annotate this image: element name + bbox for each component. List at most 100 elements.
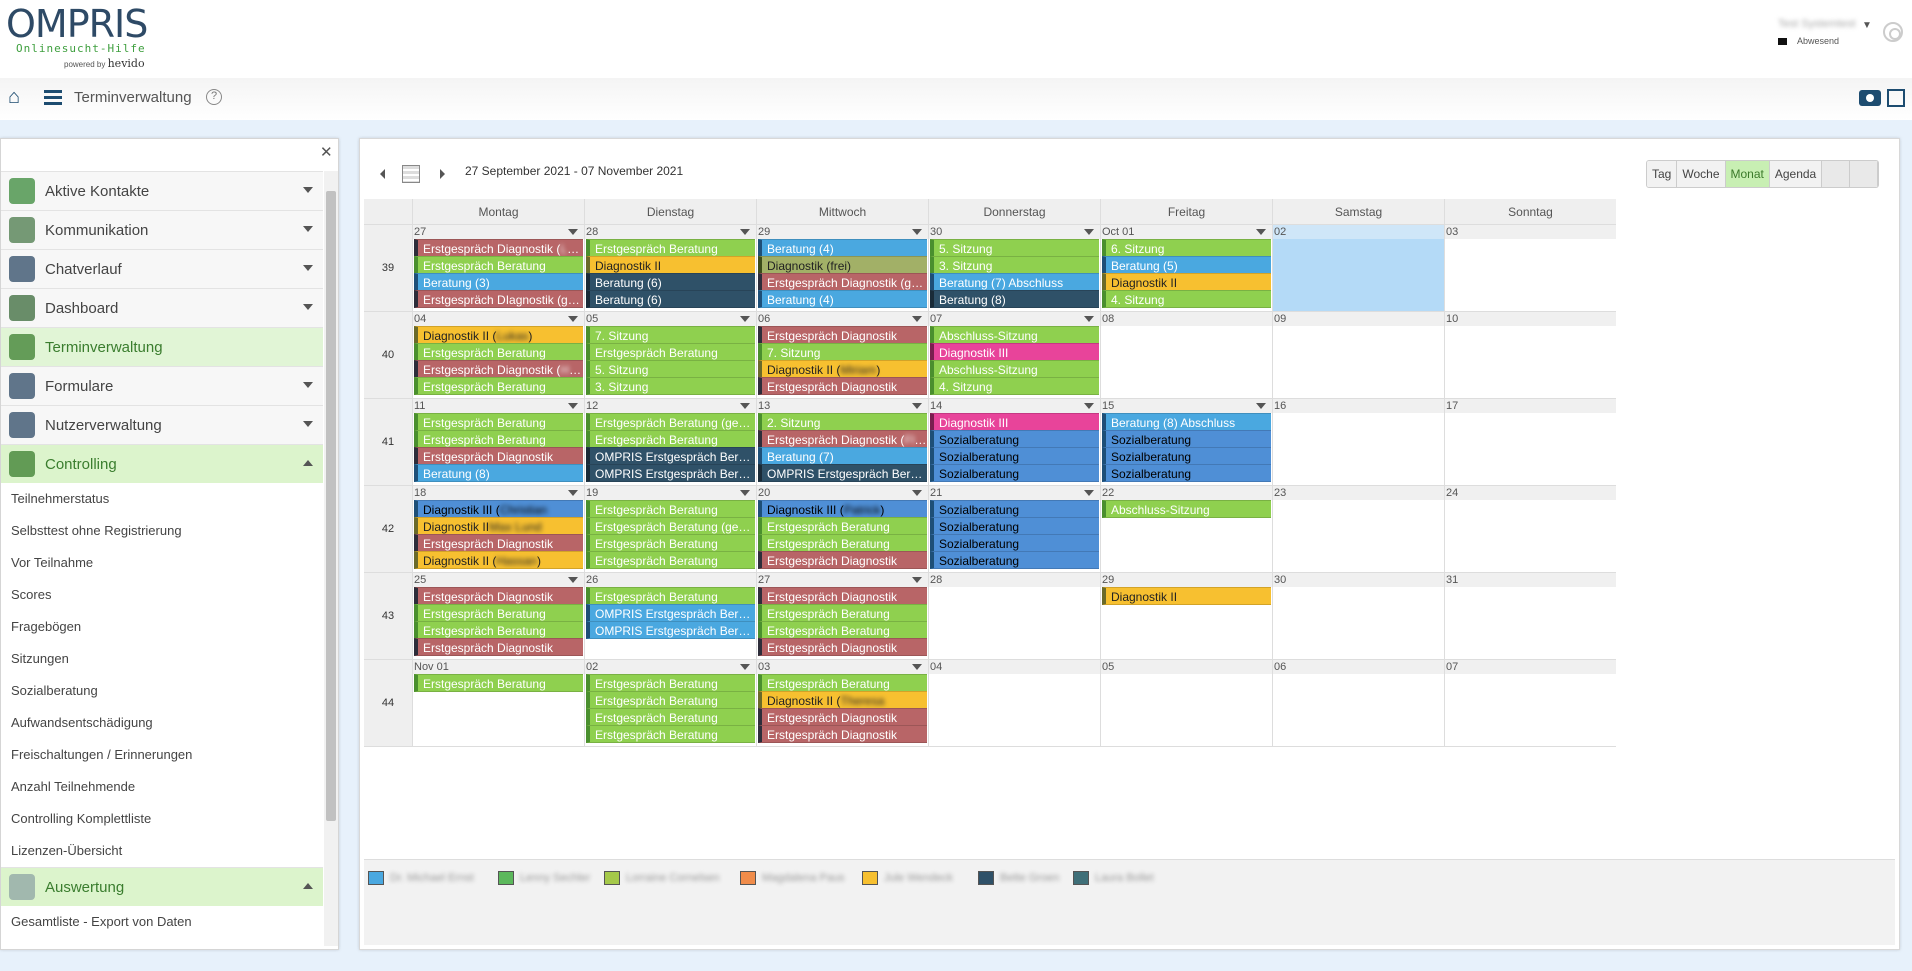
- calendar-event[interactable]: Erstgespräch Beratung: [586, 534, 755, 552]
- chevron-down-icon[interactable]: [303, 304, 313, 310]
- calendar-event[interactable]: 5. Sitzung: [586, 360, 755, 378]
- close-icon[interactable]: ✕: [320, 143, 333, 161]
- more-dropdown-icon[interactable]: [568, 490, 578, 496]
- day-cell[interactable]: 30 5. Sitzung 3. Sitzung Beratung (7) Absch…: [928, 225, 1100, 312]
- more-dropdown-icon[interactable]: [740, 229, 750, 235]
- sidebar-subitem[interactable]: Lizenzen-Übersicht: [1, 835, 323, 867]
- calendar-event[interactable]: OMPRIS Erstgespräch Berater: [758, 464, 927, 482]
- day-cell[interactable]: 14 Diagnostik III Sozialberatung Sozialbera…: [928, 399, 1100, 486]
- calendar-event[interactable]: Erstgespräch Diagnostik: [758, 725, 927, 743]
- calendar-event[interactable]: Sozialberatung: [930, 447, 1099, 465]
- sidebar-subitem[interactable]: Controlling Komplettliste: [1, 803, 323, 835]
- sidebar-scrollbar[interactable]: [324, 171, 338, 946]
- day-cell[interactable]: 09: [1272, 312, 1444, 399]
- calendar-event[interactable]: Abschluss-Sitzung: [930, 360, 1099, 378]
- more-dropdown-icon[interactable]: [740, 490, 750, 496]
- day-cell[interactable]: 06 Erstgespräch Diagnostik 7. Sitzung Diagn…: [756, 312, 928, 399]
- calendar-event[interactable]: Sozialberatung: [930, 464, 1099, 482]
- target-icon[interactable]: [1883, 22, 1903, 42]
- day-cell[interactable]: 04: [928, 660, 1100, 747]
- calendar-event[interactable]: Sozialberatung: [1102, 464, 1271, 482]
- calendar-event[interactable]: Erstgespräch Beratung: [414, 413, 583, 431]
- day-cell[interactable]: 02: [1272, 225, 1444, 312]
- more-dropdown-icon[interactable]: [912, 229, 922, 235]
- calendar-event[interactable]: Beratung (6): [586, 290, 755, 308]
- calendar-event[interactable]: Erstgespräch Beratung: [414, 621, 583, 639]
- prev-arrow-icon[interactable]: [380, 169, 385, 179]
- calendar-event[interactable]: Sozialberatung: [1102, 447, 1271, 465]
- calendar-event[interactable]: Erstgespräch DIagnostik (gebucht): [414, 290, 583, 308]
- calendar-event[interactable]: Erstgespräch Beratung: [586, 725, 755, 743]
- sidebar-item-dashboard[interactable]: Dashboard: [1, 288, 323, 327]
- calendar-event[interactable]: Erstgespräch Beratung: [414, 256, 583, 274]
- more-dropdown-icon[interactable]: [740, 316, 750, 322]
- day-cell[interactable]: 28 Erstgespräch Beratung Diagnostik II Bera…: [584, 225, 756, 312]
- next-arrow-icon[interactable]: [440, 169, 445, 179]
- calendar-event[interactable]: Abschluss-Sitzung: [930, 326, 1099, 344]
- calendar-event[interactable]: Diagnostik IIMax Lund: [414, 517, 583, 535]
- calendar-event[interactable]: Diagnostik II: [1102, 587, 1271, 605]
- calendar-event[interactable]: Erstgespräch Diagnostik: [758, 708, 927, 726]
- more-dropdown-icon[interactable]: [1256, 403, 1266, 409]
- day-cell[interactable]: 06: [1272, 660, 1444, 747]
- calendar-event[interactable]: Beratung (7): [758, 447, 927, 465]
- day-cell[interactable]: 02 Erstgespräch Beratung Erstgespräch Bera…: [584, 660, 756, 747]
- day-cell[interactable]: 27Erstgespräch Diagnostik (LeonieErstges…: [412, 225, 584, 312]
- day-cell[interactable]: 23: [1272, 486, 1444, 573]
- more-dropdown-icon[interactable]: [1256, 229, 1266, 235]
- calendar-event[interactable]: Erstgespräch Beratung: [758, 534, 927, 552]
- day-cell[interactable]: 05 7. Sitzung Erstgespräch Beratung 5. Sitz…: [584, 312, 756, 399]
- hamburger-menu-icon[interactable]: [44, 90, 62, 106]
- day-cell[interactable]: 21 Sozialberatung Sozialberatung Sozialbera…: [928, 486, 1100, 573]
- calendar-event[interactable]: 3. Sitzung: [586, 377, 755, 395]
- calendar-event[interactable]: Erstgespräch Diagnostik: [758, 551, 927, 569]
- calendar-event[interactable]: Diagnostik II (Hassan): [414, 551, 583, 569]
- calendar-event[interactable]: OMPRIS Erstgespräch Berater: [586, 604, 755, 622]
- view-monat-button[interactable]: Monat: [1725, 161, 1770, 187]
- calendar-event[interactable]: Erstgespräch Diagnostik: [758, 377, 927, 395]
- calendar-event[interactable]: Beratung (8): [930, 290, 1099, 308]
- user-menu-caret-icon[interactable]: ▼: [1862, 20, 1872, 31]
- calendar-event[interactable]: Erstgespräch Beratung: [414, 343, 583, 361]
- day-cell[interactable]: 05: [1100, 660, 1272, 747]
- view-tag-button[interactable]: Tag: [1647, 161, 1678, 187]
- calendar-event[interactable]: Sozialberatung: [930, 500, 1099, 518]
- calendar-event[interactable]: Diagnostik III: [930, 413, 1099, 431]
- day-cell[interactable]: 24: [1444, 486, 1616, 573]
- more-dropdown-icon[interactable]: [912, 403, 922, 409]
- calendar-event[interactable]: OMPRIS Erstgespräch Berater: [586, 447, 755, 465]
- calendar-event[interactable]: Erstgespräch Diagnostik: [414, 447, 583, 465]
- day-cell[interactable]: 29 Diagnostik II: [1100, 573, 1272, 660]
- day-cell[interactable]: 12 Erstgespräch Beratung (gebucht) Erstges…: [584, 399, 756, 486]
- more-dropdown-icon[interactable]: [740, 403, 750, 409]
- calendar-event[interactable]: Erstgespräch Beratung: [586, 587, 755, 605]
- calendar-event[interactable]: Erstgespräch Diagnostik: [758, 638, 927, 656]
- more-dropdown-icon[interactable]: [568, 403, 578, 409]
- view-woche-button[interactable]: Woche: [1677, 161, 1726, 187]
- calendar-event[interactable]: 6. Sitzung: [1102, 239, 1271, 257]
- more-dropdown-icon[interactable]: [568, 229, 578, 235]
- more-dropdown-icon[interactable]: [1084, 490, 1094, 496]
- more-dropdown-icon[interactable]: [1084, 403, 1094, 409]
- calendar-event[interactable]: Erstgespräch Beratung (gebucht): [586, 413, 755, 431]
- calendar-event[interactable]: Sozialberatung: [930, 517, 1099, 535]
- day-cell[interactable]: 26 Erstgespräch Beratung OMPRIS Erstgesprä…: [584, 573, 756, 660]
- day-cell[interactable]: 25 Erstgespräch Diagnostik Erstgespräch Be…: [412, 573, 584, 660]
- ompris-logo[interactable]: OMPRIS Onlinesucht-Hilfe powered by hevi…: [6, 4, 148, 70]
- sidebar-item-aktive-kontakte[interactable]: Aktive Kontakte: [1, 171, 323, 210]
- calendar-event[interactable]: Erstgespräch Beratung: [586, 500, 755, 518]
- calendar-event[interactable]: Beratung (4): [758, 239, 927, 257]
- sidebar-subitem[interactable]: Freischaltungen / Erinnerungen: [1, 739, 323, 771]
- chevron-up-icon[interactable]: [303, 883, 313, 889]
- calendar-event[interactable]: Diagnostik II (Lukas): [414, 326, 583, 344]
- day-cell[interactable]: Nov 01 Erstgespräch Beratung: [412, 660, 584, 747]
- day-cell[interactable]: 17: [1444, 399, 1616, 486]
- sidebar-subitem[interactable]: Aufwandsentschädigung: [1, 707, 323, 739]
- day-cell[interactable]: 30: [1272, 573, 1444, 660]
- calendar-event[interactable]: Diagnostik III (Patrick): [758, 500, 927, 518]
- more-dropdown-icon[interactable]: [740, 664, 750, 670]
- sidebar-item-terminverwaltung[interactable]: Terminverwaltung: [1, 327, 323, 366]
- day-cell[interactable]: 13 2. Sitzung Erstgespräch Diagnostik (Flo…: [756, 399, 928, 486]
- day-cell[interactable]: 28: [928, 573, 1100, 660]
- camera-icon[interactable]: [1859, 90, 1881, 106]
